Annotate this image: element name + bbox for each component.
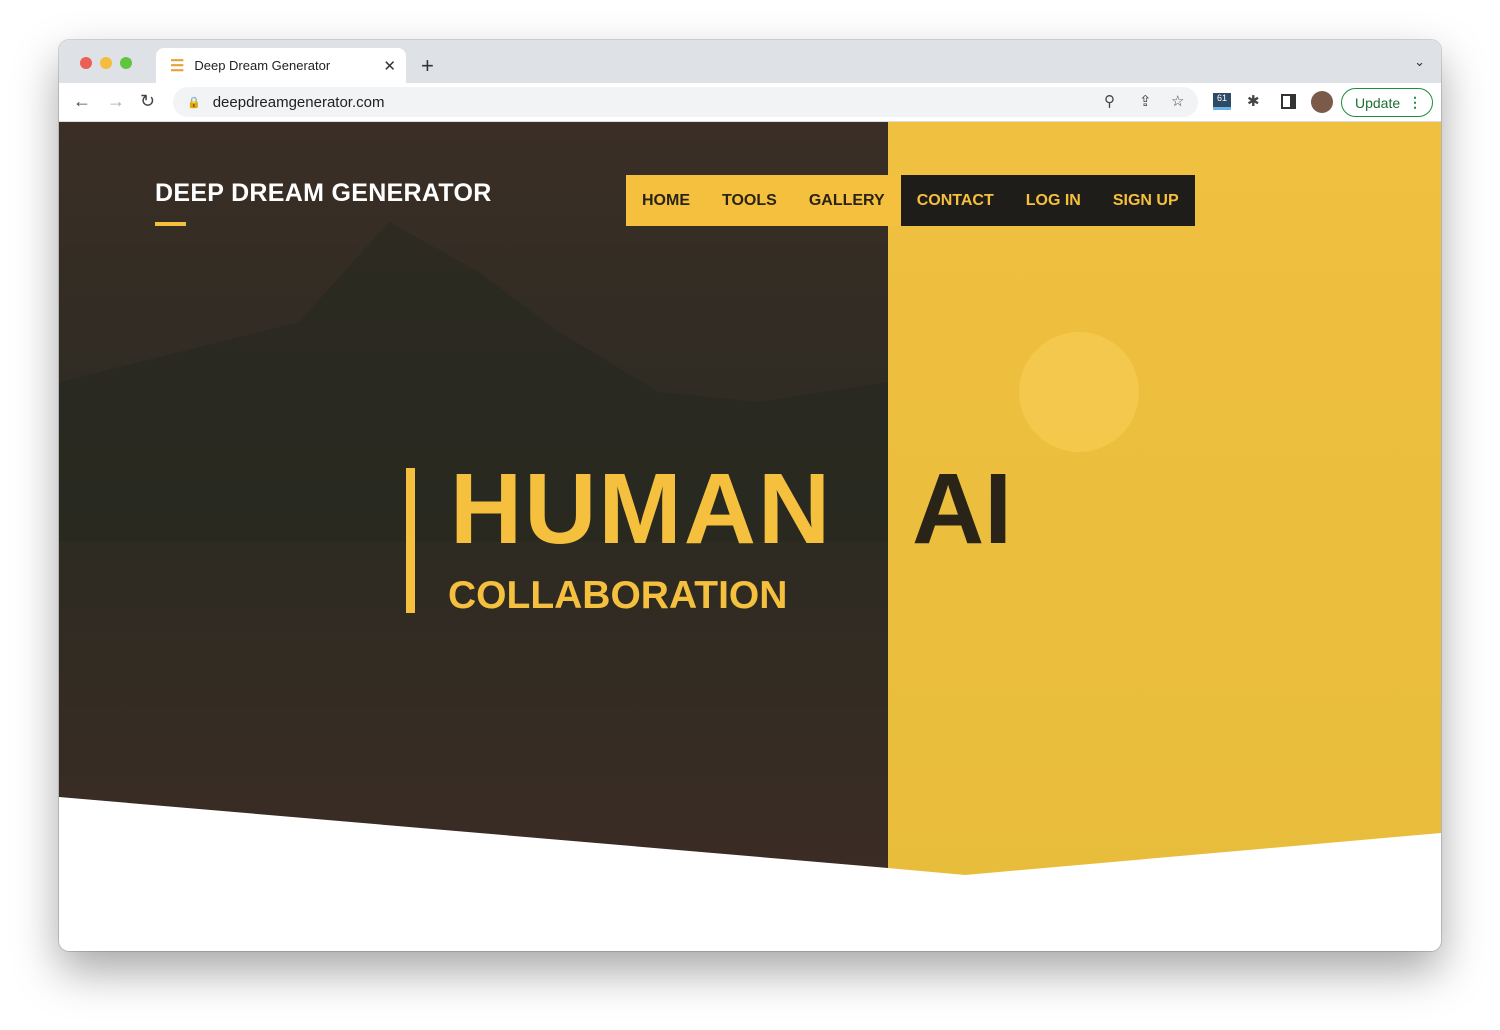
search-icon[interactable]: ⚲ [1104, 92, 1115, 110]
nav-login[interactable]: LOG IN [1009, 175, 1097, 226]
extension-icon[interactable]: 61 [1213, 93, 1231, 110]
browser-tab[interactable]: ☰ Deep Dream Generator ✕ [156, 48, 406, 83]
favicon-icon: ☰ [170, 57, 185, 75]
reload-icon[interactable]: ↻ [140, 91, 155, 112]
nav-contact[interactable]: CONTACT [900, 175, 1010, 226]
browser-window: ☰ Deep Dream Generator ✕ + ⌄ ← → ↻ 🔒 dee… [59, 40, 1441, 951]
menu-dots-icon: ⋮ [1408, 94, 1422, 110]
hero-subtitle: COLLABORATION [448, 574, 788, 617]
site-logo[interactable]: DEEP DREAM GENERATOR [155, 179, 492, 208]
hero-word-human: HUMAN [450, 453, 833, 565]
star-icon[interactable]: ☆ [1171, 92, 1184, 110]
main-nav: HOME TOOLS GALLERY CONTACT LOG IN SIGN U… [626, 175, 1195, 226]
update-button[interactable]: Update ⋮ [1341, 88, 1433, 117]
tab-title: Deep Dream Generator [194, 58, 331, 73]
nav-gallery[interactable]: GALLERY [792, 175, 901, 226]
nav-home[interactable]: HOME [626, 175, 706, 226]
hero-section: DEEP DREAM GENERATOR HOME TOOLS GALLERY … [59, 122, 1441, 882]
nav-signup[interactable]: SIGN UP [1096, 175, 1195, 226]
update-label: Update [1355, 94, 1401, 111]
hero-accent-bar [406, 468, 415, 613]
back-icon[interactable]: ← [73, 91, 91, 112]
tab-search-chevron-icon[interactable]: ⌄ [1414, 54, 1425, 70]
forward-icon[interactable]: → [107, 91, 125, 112]
new-tab-button[interactable]: + [421, 53, 434, 79]
nav-tools[interactable]: TOOLS [706, 175, 793, 226]
address-bar[interactable]: 🔒 deepdreamgenerator.com [173, 87, 1198, 117]
minimize-window-button[interactable] [100, 57, 112, 69]
avatar[interactable] [1311, 91, 1333, 113]
puzzle-icon[interactable]: ✱ [1247, 92, 1260, 110]
url-text: deepdreamgenerator.com [212, 93, 385, 111]
side-panel-icon[interactable] [1281, 94, 1296, 109]
browser-toolbar: ← → ↻ 🔒 deepdreamgenerator.com ⚲ ⇪ ☆ 61 … [59, 83, 1441, 122]
logo-underline [155, 222, 186, 226]
close-tab-icon[interactable]: ✕ [383, 57, 396, 75]
lock-icon: 🔒 [187, 96, 201, 109]
share-icon[interactable]: ⇪ [1139, 92, 1152, 110]
close-window-button[interactable] [80, 57, 92, 69]
hero-word-ai: AI [912, 453, 1012, 565]
maximize-window-button[interactable] [120, 57, 132, 69]
tab-bar: ☰ Deep Dream Generator ✕ + ⌄ [59, 40, 1441, 83]
